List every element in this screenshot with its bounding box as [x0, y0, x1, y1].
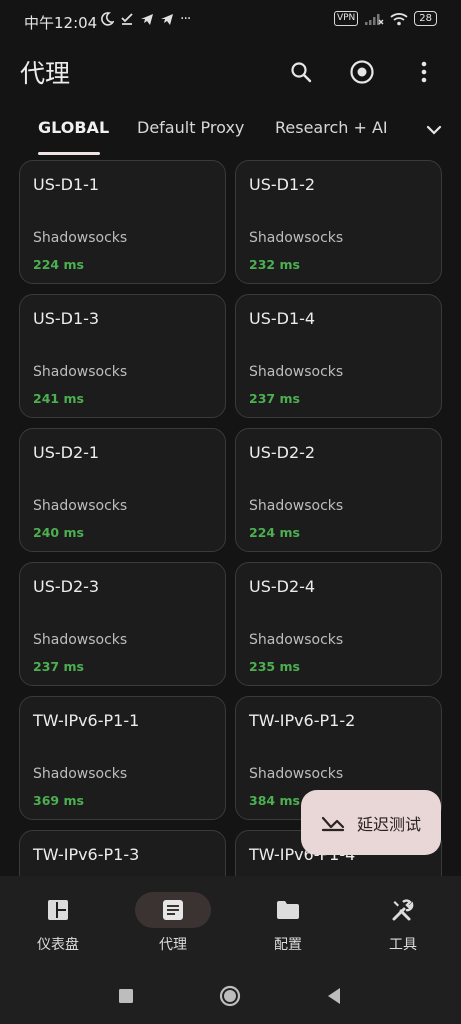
proxy-name: US-D2-2 — [249, 443, 316, 462]
proxy-card[interactable]: US-D1-4 Shadowsocks 237 ms — [235, 294, 442, 418]
app-bar: 代理 — [0, 44, 461, 100]
nav-profiles[interactable]: 配置 — [238, 890, 338, 966]
proxy-card[interactable]: US-D1-3 Shadowsocks 241 ms — [19, 294, 226, 418]
proxy-delay: 241 ms — [33, 391, 84, 406]
tabs-expand-button[interactable] — [420, 116, 448, 144]
proxy-type: Shadowsocks — [33, 632, 128, 648]
proxy-type: Shadowsocks — [33, 230, 128, 246]
circle-icon — [219, 985, 241, 1007]
proxy-screen: { "status_bar": { "time": "中午12:04", "vp… — [0, 0, 461, 1024]
triangle-back-icon — [328, 988, 340, 1004]
proxy-delay: 384 ms — [249, 793, 300, 808]
battery-icon: 28 — [414, 11, 437, 26]
signal-icon — [365, 13, 384, 25]
chevron-down-icon — [426, 125, 442, 135]
proxy-name: TW-IPv6-P1-3 — [33, 845, 140, 864]
more-button[interactable] — [404, 52, 444, 92]
more-dots-icon: ··· — [180, 11, 191, 27]
proxy-type: Shadowsocks — [33, 364, 128, 380]
tab-default-proxy[interactable]: Default Proxy — [137, 118, 244, 137]
bottom-navigation: 仪表盘 代理 配置 工具 — [0, 876, 461, 966]
proxy-name: US-D2-3 — [33, 577, 100, 596]
proxy-card[interactable]: TW-IPv6-P1-1 Shadowsocks 369 ms — [19, 696, 226, 820]
notification-icons: ··· — [100, 11, 191, 27]
proxy-type: Shadowsocks — [249, 632, 344, 648]
nav-pill-active — [135, 892, 211, 928]
status-bar: 中午12:04 ··· VPN 28 — [0, 0, 461, 44]
proxy-name: TW-IPv6-P1-1 — [33, 711, 140, 730]
recents-button[interactable] — [114, 984, 138, 1008]
nav-label: 仪表盘 — [37, 937, 79, 953]
proxy-delay: 369 ms — [33, 793, 84, 808]
nav-label: 工具 — [389, 937, 417, 953]
tab-global[interactable]: GLOBAL — [38, 118, 109, 137]
proxy-card[interactable]: US-D2-2 Shadowsocks 224 ms — [235, 428, 442, 552]
page-title: 代理 — [20, 59, 71, 88]
proxy-type: Shadowsocks — [249, 364, 344, 380]
delay-test-button[interactable]: 延迟测试 — [301, 790, 441, 855]
nav-label: 代理 — [159, 937, 187, 953]
proxy-grid: US-D1-1 Shadowsocks 224 ms US-D1-2 Shado… — [19, 160, 442, 876]
proxy-name: US-D1-2 — [249, 175, 316, 194]
nav-pill — [250, 892, 326, 928]
search-icon — [291, 62, 312, 83]
system-icons: VPN 28 — [333, 11, 437, 26]
telegram-icon — [161, 14, 173, 25]
proxy-card[interactable]: US-D2-1 Shadowsocks 240 ms — [19, 428, 226, 552]
proxy-type: Shadowsocks — [249, 766, 344, 782]
proxy-delay: 232 ms — [249, 257, 300, 272]
proxy-delay: 237 ms — [249, 391, 300, 406]
nav-label: 配置 — [274, 937, 302, 953]
system-navigation-bar — [0, 966, 461, 1024]
proxy-delay: 224 ms — [249, 525, 300, 540]
proxy-type: Shadowsocks — [33, 498, 128, 514]
proxy-delay: 235 ms — [249, 659, 300, 674]
square-icon — [119, 989, 133, 1003]
proxy-name: US-D1-3 — [33, 309, 100, 328]
search-button[interactable] — [281, 52, 321, 92]
tools-icon — [392, 899, 414, 921]
proxy-card[interactable]: US-D1-2 Shadowsocks 232 ms — [235, 160, 442, 284]
tab-research-ai[interactable]: Research + AI — [275, 118, 388, 137]
proxy-delay: 237 ms — [33, 659, 84, 674]
proxy-name: US-D2-4 — [249, 577, 316, 596]
proxy-delay: 240 ms — [33, 525, 84, 540]
proxy-name: US-D1-4 — [249, 309, 316, 328]
proxy-name: TW-IPv6-P1-2 — [249, 711, 356, 730]
proxy-card[interactable]: US-D1-1 Shadowsocks 224 ms — [19, 160, 226, 284]
nav-proxy[interactable]: 代理 — [123, 890, 223, 966]
proxy-name: US-D2-1 — [33, 443, 100, 462]
proxy-card[interactable]: TW-IPv6-P1-3 — [19, 830, 226, 876]
wifi-icon — [390, 12, 408, 25]
target-icon — [350, 60, 374, 84]
proxy-name: US-D1-1 — [33, 175, 100, 194]
delay-test-label: 延迟测试 — [357, 814, 422, 834]
nav-dashboard[interactable]: 仪表盘 — [8, 890, 108, 966]
nav-pill — [20, 892, 96, 928]
proxy-type: Shadowsocks — [249, 498, 344, 514]
status-time: 中午12:04 — [24, 14, 98, 32]
group-tabs: GLOBAL Default Proxy Research + AI — [0, 104, 461, 156]
dashboard-icon — [48, 900, 68, 920]
back-button[interactable] — [322, 984, 346, 1008]
telegram-icon — [141, 14, 153, 25]
proxy-delay: 224 ms — [33, 257, 84, 272]
more-vert-icon — [421, 61, 427, 83]
proxy-type: Shadowsocks — [33, 766, 128, 782]
article-icon — [163, 900, 183, 920]
proxy-type: Shadowsocks — [249, 230, 344, 246]
speed-test-icon — [321, 816, 345, 831]
tab-indicator — [38, 152, 100, 155]
locate-button[interactable] — [342, 52, 382, 92]
proxy-card[interactable]: US-D2-3 Shadowsocks 237 ms — [19, 562, 226, 686]
download-done-icon — [121, 13, 133, 25]
home-button[interactable] — [218, 984, 242, 1008]
nav-tools[interactable]: 工具 — [353, 890, 453, 966]
proxy-card[interactable]: US-D2-4 Shadowsocks 235 ms — [235, 562, 442, 686]
vpn-icon: VPN — [333, 11, 359, 26]
folder-icon — [277, 901, 299, 919]
moon-icon — [101, 12, 114, 26]
nav-pill — [365, 892, 441, 928]
